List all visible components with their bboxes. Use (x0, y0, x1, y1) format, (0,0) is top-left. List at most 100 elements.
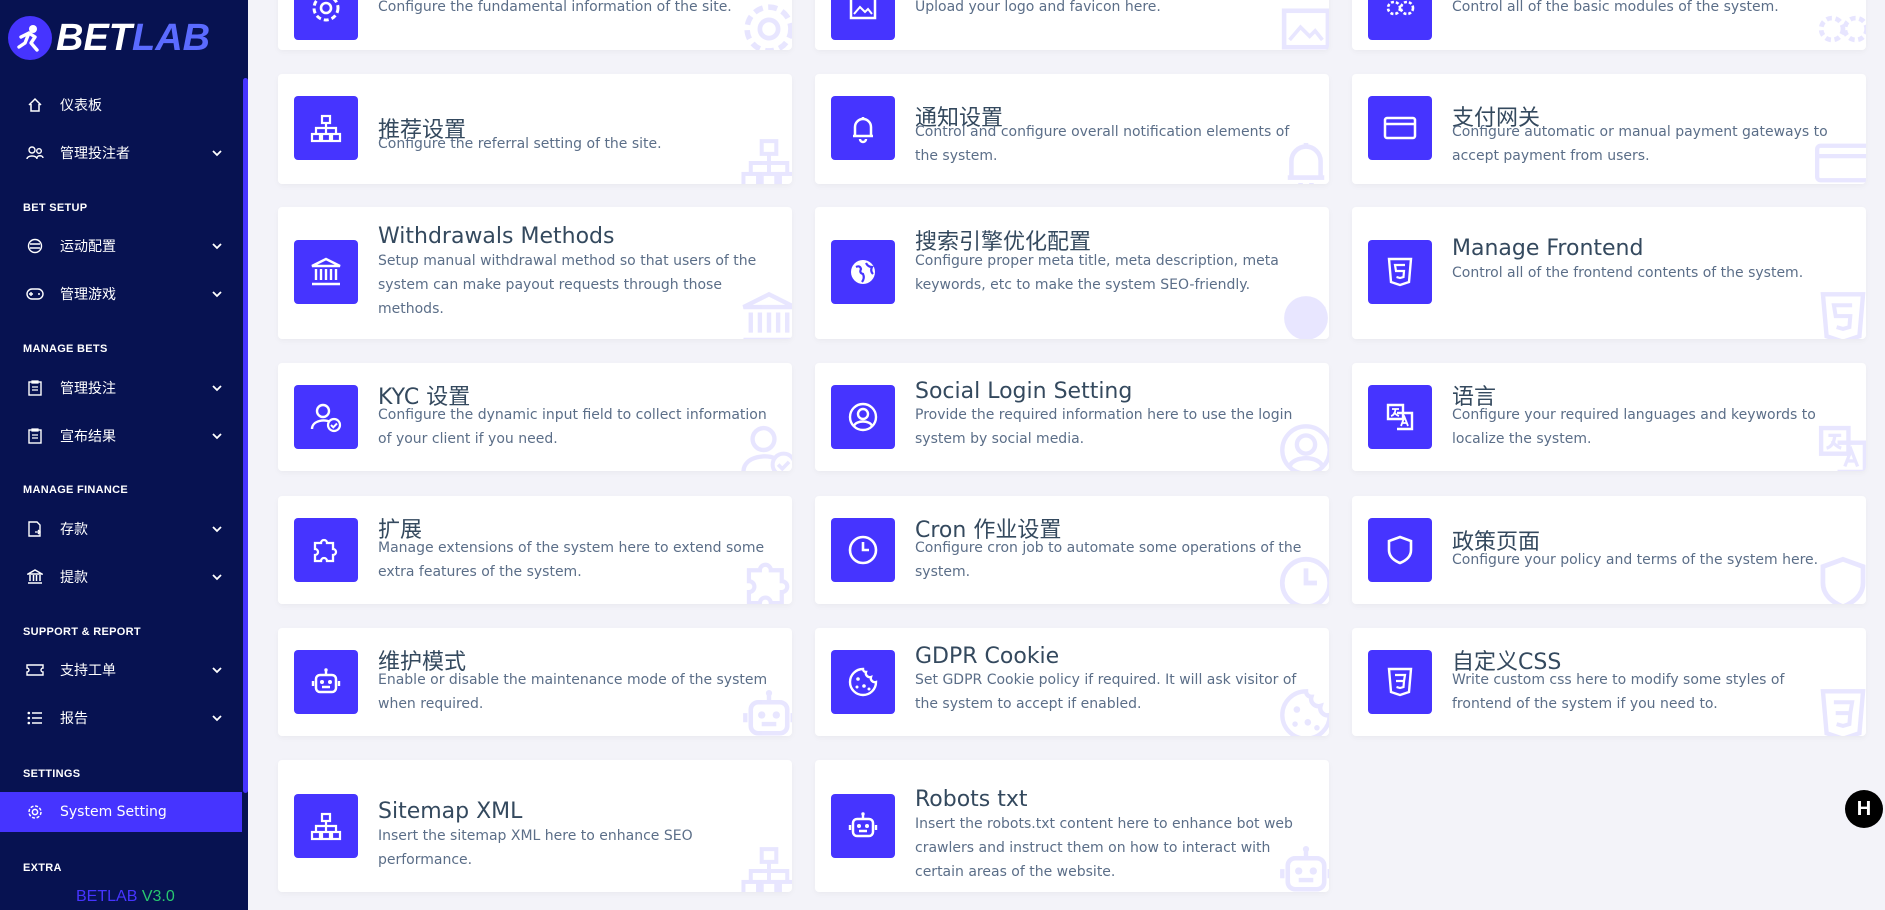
settings-card[interactable]: Upload your logo and favicon here. (815, 0, 1329, 50)
decorative-html5-icon (1812, 287, 1866, 339)
chevron-down-icon (212, 433, 222, 440)
sidebar-section-label: SETTINGS (23, 768, 81, 780)
card-description: Configure your policy and terms of the s… (1452, 552, 1819, 568)
gear-icon (26, 803, 44, 821)
sidebar-item-manage-bettors[interactable]: 管理投注者 (0, 133, 242, 173)
sidebar-item-label: 提款 (60, 570, 88, 586)
language-icon (1368, 385, 1432, 449)
sitemap-icon (294, 96, 358, 160)
users-icon (26, 144, 44, 162)
card-title: Sitemap XML (378, 799, 523, 824)
sidebar-section-label: MANAGE BETS (23, 343, 108, 355)
sidebar-item-dashboard[interactable]: 仪表板 (0, 85, 242, 125)
settings-card[interactable]: Configure the fundamental information of… (278, 0, 792, 50)
settings-card[interactable]: Cron 作业设置 Configure cron job to automate … (815, 496, 1329, 604)
decorative-shield-icon (1812, 552, 1866, 604)
settings-card[interactable]: Control all of the basic modules of the … (1352, 0, 1866, 50)
brand-name: BETLAB (56, 16, 211, 59)
settings-card[interactable]: 扩展 Manage extensions of the system here t… (278, 496, 792, 604)
sidebar-item-label: 支持工单 (60, 663, 116, 679)
gamepad-icon (26, 285, 44, 303)
card-title: Robots txt (915, 787, 1028, 812)
settings-card[interactable]: Robots txt Insert the robots.txt content … (815, 760, 1329, 892)
settings-card[interactable]: 维护模式 Enable or disable the maintenance mo… (278, 628, 792, 736)
sidebar-scrollbar[interactable] (243, 78, 248, 793)
sidebar-item-label: 报告 (60, 711, 88, 727)
sidebar-item-system-setting[interactable]: System Setting (0, 792, 242, 832)
home-icon (26, 96, 44, 114)
card-description: Configure the fundamental information of… (378, 0, 732, 15)
cookie-icon (831, 650, 895, 714)
card-description: Set GDPR Cookie policy if required. It w… (915, 672, 1297, 712)
app-version: BETLAB V3.0 (76, 888, 175, 905)
decorative-sitemap-icon (738, 132, 792, 184)
clipboard-icon (26, 379, 44, 397)
sidebar-item-reports[interactable]: 报告 (0, 698, 242, 738)
card-description: Control all of the frontend contents of … (1452, 265, 1804, 281)
decorative-language-icon (1812, 419, 1866, 471)
sport-icon (26, 237, 44, 255)
settings-card[interactable]: KYC 设置 Configure the dynamic input field … (278, 363, 792, 471)
decorative-user-check-icon (738, 419, 792, 471)
sidebar-item-label: 宣布结果 (60, 429, 116, 445)
sidebar-item-manage-bets[interactable]: 管理投注 (0, 368, 242, 408)
brand-logo[interactable]: BETLAB (8, 10, 210, 66)
sidebar-item-label: 管理游戏 (60, 287, 116, 303)
sidebar-item-label: 管理投注者 (60, 146, 130, 162)
decorative-robot-icon (1275, 840, 1329, 892)
sidebar-item-manage-games[interactable]: 管理游戏 (0, 274, 242, 314)
card-description: Setup manual withdrawal method so that u… (378, 253, 757, 317)
decorative-css3-icon (1812, 684, 1866, 736)
card-description: Configure the referral setting of the si… (378, 136, 662, 152)
settings-card[interactable]: 政策页面 Configure your policy and terms of t… (1352, 496, 1866, 604)
settings-card[interactable]: 自定义CSS Write custom css here to modify so… (1352, 628, 1866, 736)
settings-card[interactable]: 支付网关 Configure automatic or manual paymen… (1352, 74, 1866, 184)
css3-icon (1368, 650, 1432, 714)
decorative-gears-icon (1812, 0, 1866, 50)
sidebar-item-sport-config[interactable]: 运动配置 (0, 226, 242, 266)
decorative-image-icon (1275, 0, 1329, 50)
sidebar-item-declare-results[interactable]: 宣布结果 (0, 416, 242, 456)
user-circle-icon (831, 385, 895, 449)
decorative-clock-icon (1275, 552, 1329, 604)
puzzle-icon (294, 518, 358, 582)
card-description: Configure the dynamic input field to col… (378, 407, 767, 447)
sidebar-section-label: BET SETUP (23, 202, 88, 214)
card-title: Withdrawals Methods (378, 224, 615, 249)
settings-card[interactable]: Withdrawals Methods Setup manual withdraw… (278, 207, 792, 339)
card-description: Insert the robots.txt content here to en… (915, 816, 1293, 880)
sidebar: BETLAB 仪表板 管理投注者 BET SETUP 运动配置 管理游戏 MAN… (0, 0, 248, 910)
settings-card[interactable]: Social Login Setting Provide the required… (815, 363, 1329, 471)
settings-card[interactable]: GDPR Cookie Set GDPR Cookie policy if req… (815, 628, 1329, 736)
settings-card[interactable]: 搜索引擎优化配置 Configure proper meta title, met… (815, 207, 1329, 339)
settings-card[interactable]: 推荐设置 Configure the referral setting of th… (278, 74, 792, 184)
decorative-card-icon (1812, 132, 1866, 184)
help-button[interactable]: H (1845, 790, 1883, 828)
decorative-gear-icon (738, 0, 792, 50)
decorative-globe-icon (1275, 287, 1329, 339)
card-description: Manage extensions of the system here to … (378, 540, 765, 580)
card-description: Control and configure overall notificati… (915, 124, 1290, 164)
robot-icon (294, 650, 358, 714)
decorative-cookie-icon (1275, 684, 1329, 736)
sidebar-item-label: 运动配置 (60, 239, 116, 255)
settings-card[interactable]: 语言 Configure your required languages and … (1352, 363, 1866, 471)
decorative-puzzle-icon (738, 552, 792, 604)
settings-card[interactable]: Sitemap XML Insert the sitemap XML here t… (278, 760, 792, 892)
chevron-down-icon (212, 385, 222, 392)
clock-icon (831, 518, 895, 582)
gear-icon (294, 0, 358, 40)
chevron-down-icon (212, 667, 222, 674)
sidebar-item-label: 仪表板 (60, 98, 102, 114)
sidebar-section-label: SUPPORT & REPORT (23, 626, 141, 638)
sidebar-item-deposits[interactable]: 存款 (0, 509, 242, 549)
sidebar-item-withdrawals[interactable]: 提款 (0, 557, 242, 597)
sidebar-item-support-tickets[interactable]: 支持工单 (0, 650, 242, 690)
card-description: Write custom css here to modify some sty… (1452, 672, 1785, 712)
html5-icon (1368, 240, 1432, 304)
settings-card[interactable]: Manage Frontend Control all of the fronte… (1352, 207, 1866, 339)
sidebar-section-label: EXTRA (23, 862, 62, 874)
card-description: Enable or disable the maintenance mode o… (378, 672, 768, 712)
card-title: Manage Frontend (1452, 236, 1644, 261)
settings-card[interactable]: 通知设置 Control and configure overall notifi… (815, 74, 1329, 184)
